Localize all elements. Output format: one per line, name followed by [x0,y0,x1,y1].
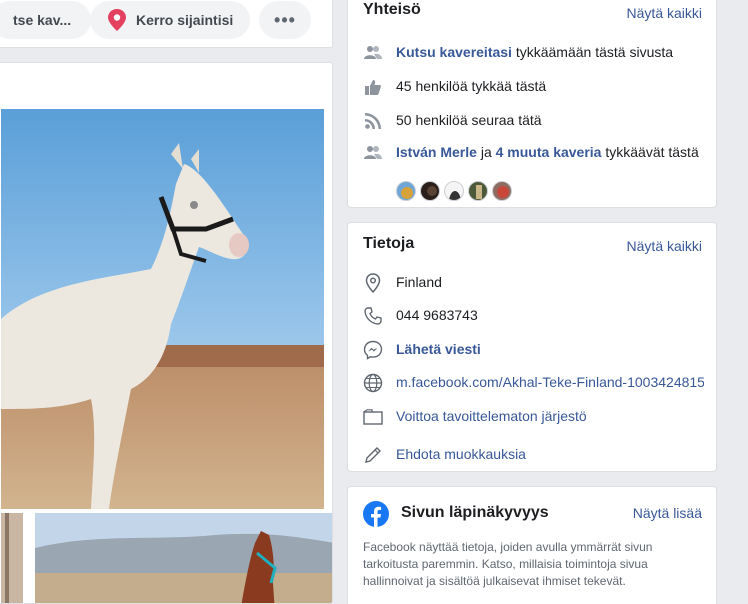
invite-friends-row: Kutsu kavereitasi tykkäämään tästä sivus… [363,43,704,63]
message-label: tse kav... [13,12,72,28]
map-pin-icon [106,8,128,32]
location-button[interactable]: Kerro sijaintisi [90,1,250,39]
website-row: m.facebook.com/Akhal-Teke-Finland-100342… [363,373,704,393]
message-button[interactable]: tse kav... [0,1,91,39]
people-icon [363,43,383,63]
location-label: Kerro sijaintisi [136,12,234,28]
other-friends-link[interactable]: 4 muuta kaveria [496,144,602,160]
suggest-edits-link[interactable]: Ehdota muokkauksia [396,445,526,463]
phone-icon [363,306,383,326]
page-transparency-card: Sivun läpinäkyvyys Näytä lisää Facebook … [347,486,717,604]
suggest-edits-row: Ehdota muokkauksia [363,445,704,465]
follows-row: 50 henkilöä seuraa tätä [363,111,704,131]
location-row: Finland [363,273,704,293]
follows-text: 50 henkilöä seuraa tätä [396,112,542,128]
rss-icon [363,111,383,131]
friends-like-row: István Merle ja 4 muuta kaveria tykkäävä… [363,143,704,163]
globe-icon [363,373,383,393]
transparency-see-more-link[interactable]: Näytä lisää [633,505,702,521]
phone-row: 044 9683743 [363,306,704,326]
phone-text: 044 9683743 [396,307,478,323]
transparency-title: Sivun läpinäkyvyys [401,504,549,521]
avatar[interactable] [396,181,416,201]
about-see-all-link[interactable]: Näytä kaikki [627,238,702,254]
transparency-description: Facebook näyttää tietoja, joiden avulla … [363,540,653,588]
friend-name-link[interactable]: István Merle [396,144,477,160]
facebook-logo-icon [363,501,389,527]
friend-suffix: tykkäävät tästä [601,144,699,160]
likes-row: 45 henkilöä tykkää tästä [363,77,704,97]
category-link[interactable]: Voittoa tavoittelematon järjestö [396,407,587,425]
more-icon: ••• [274,9,296,30]
likes-text: 45 henkilöä tykkää tästä [396,78,547,94]
avatar[interactable] [444,181,464,201]
about-title: Tietoja [363,235,415,252]
photo-thumbnail[interactable] [35,513,332,603]
horse-photo[interactable] [1,109,324,509]
location-text: Finland [396,274,442,290]
about-card: Tietoja Näytä kaikki Finland 044 9683743… [347,222,717,472]
more-button[interactable]: ••• [259,1,311,39]
community-see-all-link[interactable]: Näytä kaikki [627,5,702,21]
location-pin-icon [363,273,383,293]
category-icon [363,407,383,427]
invite-suffix: tykkäämään tästä sivusta [511,44,674,60]
send-message-link[interactable]: Lähetä viesti [396,340,481,358]
friend-avatars [396,181,512,201]
website-link[interactable]: m.facebook.com/Akhal-Teke-Finland-100342… [396,373,704,391]
people-icon [363,143,383,163]
pencil-icon [363,445,383,465]
avatar[interactable] [420,181,440,201]
send-message-row: Lähetä viesti [363,340,704,360]
category-row: Voittoa tavoittelematon järjestö [363,407,704,427]
thumbs-up-icon [363,77,383,97]
community-title: Yhteisö [363,1,421,18]
avatar[interactable] [492,181,512,201]
photos-card [0,62,333,604]
messenger-icon [363,340,383,360]
photo-thumbnail[interactable] [1,513,23,603]
page-actions-card: tse kav... Kerro sijaintisi ••• [0,0,333,48]
friend-and: ja [476,144,496,160]
community-card: Yhteisö Näytä kaikki Kutsu kavereitasi t… [347,0,717,208]
avatar[interactable] [468,181,488,201]
invite-friends-link[interactable]: Kutsu kavereitasi [396,44,512,60]
